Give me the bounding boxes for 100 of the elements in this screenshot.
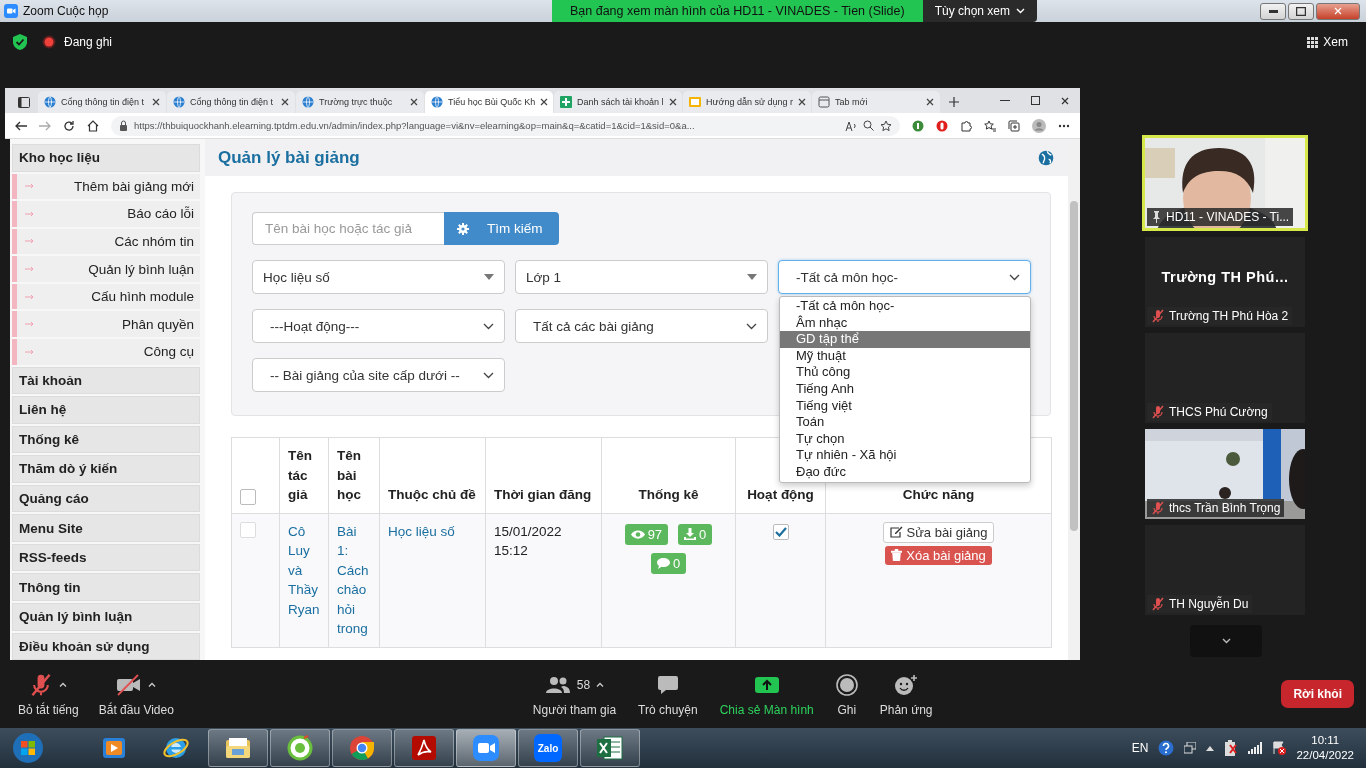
dropdown-option[interactable]: -Tất cả môn học- <box>780 298 1030 315</box>
extensions-icon <box>960 119 972 132</box>
maximize-button[interactable] <box>1288 2 1314 20</box>
edit-button[interactable]: Sửa bài giảng <box>882 521 995 543</box>
active-checkbox[interactable] <box>772 523 789 540</box>
dropdown-option[interactable]: Tiếng Anh <box>780 380 1030 398</box>
search-field[interactable]: Tên bài học hoặc tác giả <box>252 212 444 245</box>
dropdown-option[interactable]: Toán <box>780 414 1030 431</box>
chat-icon <box>656 674 679 695</box>
recording-dot-icon <box>42 35 56 49</box>
minimize-icon <box>1268 9 1278 13</box>
browser-tab[interactable]: Cổng thông tin điện t <box>167 91 295 113</box>
dropdown[interactable]: -Tất cả môn học- <box>778 260 1031 294</box>
row-checkbox[interactable] <box>240 521 256 538</box>
dropdown[interactable]: -- Bài giảng của site cấp dưới -- <box>252 358 505 392</box>
sidebar-item[interactable]: Điều khoản sử dụng <box>12 632 200 660</box>
sidebar-item[interactable]: Thống kê <box>12 425 200 454</box>
minimize-button[interactable] <box>1260 2 1286 20</box>
sidebar-subitem[interactable]: Cấu hình module <box>12 283 200 310</box>
pin-icon <box>1151 211 1162 223</box>
toolbar-button[interactable]: 58 Người tham gia <box>522 671 627 717</box>
browser-tab[interactable]: Danh sách tài khoản l <box>554 91 682 113</box>
maximize-icon <box>1296 6 1306 16</box>
star-icon <box>880 119 892 132</box>
delete-button[interactable]: Xóa bài giảng <box>885 545 992 565</box>
toolbar-button[interactable]: Bắt đầu Video <box>88 671 184 717</box>
caret-icon <box>1016 8 1026 14</box>
browser-tab[interactable]: Tab mới <box>812 91 940 113</box>
select-all-checkbox[interactable] <box>240 488 256 505</box>
caret-icon <box>596 682 605 687</box>
sidebar-item[interactable]: RSS-feeds <box>12 543 200 572</box>
taskbar-app[interactable] <box>332 729 392 767</box>
sidebar-item[interactable]: Kho học liệu <box>12 144 200 172</box>
toolbar-button[interactable]: Chia sẻ Màn hình <box>709 671 824 717</box>
participant-name-text: HD11 - VINADES - Ti... <box>1166 210 1290 224</box>
dropdown-option[interactable]: Đạo đức <box>780 463 1030 481</box>
toolbar-button[interactable]: Phản ứng <box>869 671 943 717</box>
browser-tab[interactable]: Cổng thông tin điện t <box>38 91 166 113</box>
tab-title: Tab mới <box>835 97 869 107</box>
toolbar-button[interactable]: Ghi <box>825 671 868 717</box>
toolbar-button[interactable]: Bỏ tắt tiếng <box>8 671 89 717</box>
chevron-icon <box>483 371 494 379</box>
spreadsheet-icon <box>560 96 572 108</box>
search-button[interactable]: Tìm kiếm <box>444 212 559 245</box>
sidebar-item[interactable]: Quản lý bình luận <box>12 603 200 631</box>
dropdown-option[interactable]: Thủ công <box>780 364 1030 381</box>
dropdown[interactable]: Tất cả các bài giảng <box>515 309 768 343</box>
dropdown[interactable]: Lớp 1 <box>515 260 768 294</box>
sidebar-item[interactable]: Thăm dò ý kiến <box>12 455 200 483</box>
toolbar-button[interactable]: Trò chuyện <box>628 671 708 717</box>
help-icon <box>1158 740 1175 756</box>
sidebar-subitem[interactable]: Các nhóm tin <box>12 228 200 255</box>
sidebar-subitem[interactable]: Quản lý bình luận <box>12 256 200 282</box>
view-button[interactable]: Xem <box>1301 34 1354 50</box>
clock-date[interactable]: 22/04/2022 <box>1296 748 1354 763</box>
sidebar-subitem[interactable]: Thêm bài giảng mới <box>12 173 200 200</box>
close-icon <box>281 98 289 106</box>
sidebar-item[interactable]: Tài khoản <box>12 366 200 395</box>
browser-tab[interactable]: Tiểu học Bùi Quốc Kh <box>425 91 553 113</box>
dropdown-option[interactable]: GD tập thể <box>780 331 1030 348</box>
taskbar-app[interactable] <box>394 729 454 767</box>
up-arrow-icon <box>1206 745 1215 751</box>
browser-tab[interactable]: Hướng dẫn sử dụng r <box>683 91 811 113</box>
tab-title: Cổng thông tin điện t <box>61 97 146 107</box>
language-indicator[interactable]: EN <box>1131 741 1149 755</box>
topic-link[interactable]: Học liệu số <box>388 521 477 541</box>
taskbar-app[interactable] <box>456 729 516 767</box>
address-bar[interactable]: https://thbuiquockhanh.elearning.tptdm.edu.vn/admin/index.php?language=vi&nv=elearning&op=main&q=&catid=1&cid=1&sid=0&a... <box>111 115 900 136</box>
sidebar-subitem[interactable]: Báo cáo lỗi <box>12 201 200 227</box>
browser-tab[interactable]: Trường trực thuộc <box>296 91 424 113</box>
taskbar-app[interactable] <box>208 729 268 767</box>
scrollbar[interactable] <box>1068 139 1080 660</box>
caret-icon <box>148 682 157 687</box>
clock-time[interactable]: 10:11 <box>1311 733 1340 748</box>
leave-button[interactable]: Rời khỏi <box>1281 680 1354 708</box>
view-options-button[interactable]: Tùy chọn xem <box>922 0 1038 22</box>
dropdown-option[interactable]: Tự chọn <box>780 430 1030 448</box>
profile-icon <box>1032 118 1046 133</box>
sidebar-item[interactable]: Quảng cáo <box>12 484 200 513</box>
sidebar-subitem[interactable]: Phân quyền <box>12 311 200 337</box>
dropdown-option[interactable]: Âm nhạc <box>780 314 1030 332</box>
dropdown-option[interactable]: Tiếng việt <box>780 397 1030 415</box>
dropdown[interactable]: Học liệu số <box>252 260 505 294</box>
dropdown-option[interactable]: Tự nhiên - Xã hội <box>780 447 1030 464</box>
taskbar-app[interactable] <box>580 729 640 767</box>
zoom-icon <box>863 120 874 131</box>
sidebar-subitem[interactable]: Công cụ <box>12 338 200 365</box>
taskbar-app[interactable] <box>270 729 330 767</box>
sidebar-item[interactable]: Liên hệ <box>12 396 200 424</box>
close-icon <box>668 98 677 106</box>
globe-icon <box>44 96 56 108</box>
edit-icon <box>889 526 903 538</box>
sidebar-item[interactable]: Thông tin <box>12 573 200 601</box>
participant-name-text: Trường TH Phú Hòa 2 <box>1169 309 1289 323</box>
taskbar-app[interactable]: Zalo <box>518 729 578 767</box>
sidebar-item[interactable]: Menu Site <box>12 514 200 542</box>
globe-icon <box>1038 149 1054 166</box>
close-button[interactable] <box>1316 2 1360 20</box>
dropdown[interactable]: ---Hoạt động--- <box>252 309 505 343</box>
dropdown-option[interactable]: Mỹ thuật <box>780 347 1030 365</box>
